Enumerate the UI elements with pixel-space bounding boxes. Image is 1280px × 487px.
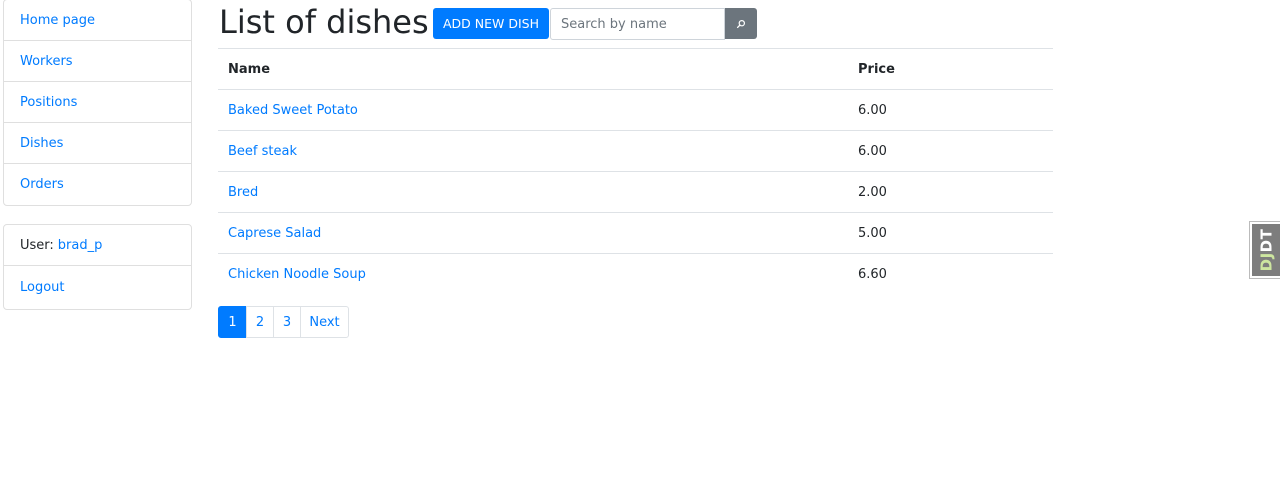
dish-price: 6.00 [848, 89, 1053, 131]
sidebar-item-positions[interactable]: Positions [4, 82, 191, 123]
dish-link[interactable]: Beef steak [228, 144, 297, 159]
column-header-name: Name [218, 48, 848, 90]
search-icon [736, 19, 746, 28]
dish-price: 5.00 [848, 212, 1053, 254]
sidebar-item-orders[interactable]: Orders [4, 164, 191, 205]
page-link-3[interactable]: 3 [273, 306, 301, 338]
dish-price: 6.60 [848, 253, 1053, 294]
search-input[interactable] [550, 8, 725, 40]
debug-toolbar-logo: DJDT [1252, 224, 1280, 276]
dish-price: 6.00 [848, 130, 1053, 172]
dish-link[interactable]: Baked Sweet Potato [228, 103, 358, 118]
table-row: Baked Sweet Potato 6.00 [218, 89, 1053, 131]
search-button[interactable] [725, 8, 757, 39]
page-link-next[interactable]: Next [300, 306, 349, 338]
logout-link[interactable]: Logout [4, 266, 191, 309]
table-header-row: Name Price [218, 48, 1053, 90]
sidebar-item-dishes[interactable]: Dishes [4, 123, 191, 164]
column-header-price: Price [848, 48, 1053, 90]
sidebar-nav: Home page Workers Positions Dishes Order… [3, 0, 192, 206]
dish-price: 2.00 [848, 171, 1053, 213]
debug-toolbar-prefix: DJ [1257, 252, 1276, 272]
username-link[interactable]: brad_p [58, 238, 103, 253]
page-link-1[interactable]: 1 [218, 306, 247, 338]
sidebar-item-workers[interactable]: Workers [4, 41, 191, 82]
page-title: List of dishes [219, 3, 429, 41]
sidebar-item-home[interactable]: Home page [4, 0, 191, 41]
debug-toolbar-suffix: DT [1257, 228, 1276, 253]
user-panel: User: brad_p Logout [3, 224, 192, 310]
dish-link[interactable]: Chicken Noodle Soup [228, 267, 366, 282]
add-new-dish-button[interactable]: ADD NEW DISH [433, 8, 549, 39]
page-link-2[interactable]: 2 [246, 306, 274, 338]
dish-link[interactable]: Bred [228, 185, 258, 200]
table-row: Beef steak 6.00 [218, 130, 1053, 172]
table-row: Caprese Salad 5.00 [218, 212, 1053, 254]
debug-toolbar-handle[interactable]: DJDT [1249, 221, 1280, 279]
pagination: 1 2 3 Next [218, 306, 349, 338]
user-info: User: brad_p [4, 225, 191, 266]
user-label: User: [20, 237, 54, 253]
dishes-table: Name Price Baked Sweet Potato 6.00 Beef … [218, 48, 1053, 294]
table-row: Chicken Noodle Soup 6.60 [218, 253, 1053, 294]
dish-link[interactable]: Caprese Salad [228, 226, 321, 241]
table-row: Bred 2.00 [218, 171, 1053, 213]
debug-toolbar-label: DJDT [1257, 229, 1275, 272]
